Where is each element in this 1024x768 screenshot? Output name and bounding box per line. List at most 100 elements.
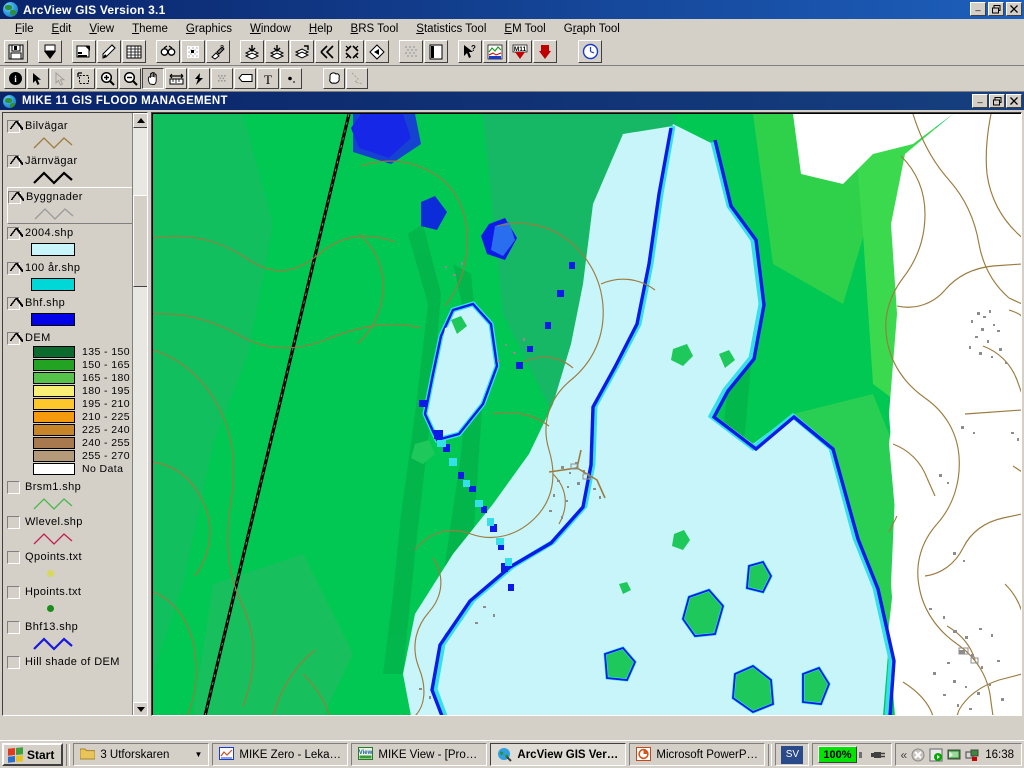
start-button[interactable]: Start	[2, 743, 64, 766]
area-select-icon[interactable]	[211, 68, 233, 89]
map-canvas[interactable]	[153, 114, 1021, 715]
identify-icon[interactable]: i	[4, 68, 26, 89]
document-close-button[interactable]	[1006, 94, 1022, 108]
power-plug-icon[interactable]	[870, 748, 886, 762]
stop-icon[interactable]	[911, 748, 925, 762]
layer-checkbox-dem[interactable]	[7, 331, 23, 346]
draw-polygon-icon[interactable]	[323, 68, 345, 89]
legend-layer-100-r-shp[interactable]: 100 år.shp	[7, 259, 133, 294]
legend-scroll-thumb[interactable]	[133, 195, 147, 287]
taskbar-item-microsoft-powerpoin[interactable]: Microsoft PowerPoin...	[629, 743, 766, 766]
add-theme-icon[interactable]	[38, 40, 62, 63]
document-minimize-button[interactable]: _	[972, 94, 988, 108]
topo-graph-icon[interactable]	[483, 40, 507, 63]
text-tool-icon[interactable]: T	[257, 68, 279, 89]
taskbar-item-3-utforskaren[interactable]: 3 Utforskaren ▼	[73, 743, 210, 766]
restore-button[interactable]	[988, 2, 1004, 16]
legend-layer-dem[interactable]: DEM 135 - 150 150 - 165 165 - 180 180 - 195 1…	[7, 329, 133, 478]
taskbar-clock[interactable]: 16:38	[983, 749, 1016, 761]
tray-chevron-icon[interactable]: «	[901, 748, 908, 762]
zoom-in-icon[interactable]	[96, 68, 118, 89]
legend-layer-j-rnv-gar[interactable]: Järnvägar	[7, 152, 133, 187]
menu-help[interactable]: Help	[300, 21, 342, 37]
help-pointer-icon[interactable]: ?	[458, 40, 482, 63]
legend-layer-hill-shade-of-dem[interactable]: Hill shade of DEM	[7, 653, 133, 672]
open-table-icon[interactable]	[122, 40, 146, 63]
add-data-icon[interactable]	[533, 40, 557, 63]
zoom-in-fixed-icon[interactable]	[315, 40, 339, 63]
menu-em-tool[interactable]: EM Tool	[495, 21, 554, 37]
select-feature-icon[interactable]	[73, 68, 95, 89]
legend-panel[interactable]: Bilvägar Järnvägar Byggnader 2004.shp 100 år…	[2, 112, 148, 716]
layer-checkbox-wlevel-shp[interactable]	[7, 515, 20, 529]
media-player-icon[interactable]	[929, 748, 943, 762]
legend-layer-2004-shp[interactable]: 2004.shp	[7, 224, 133, 259]
legend-layer-hpoints-txt[interactable]: Hpoints.txt	[7, 583, 133, 618]
theme-properties-icon[interactable]	[72, 40, 96, 63]
legend-layer-bilv-gar[interactable]: Bilvägar	[7, 117, 133, 152]
network-icon[interactable]	[965, 748, 979, 762]
map-view[interactable]	[151, 112, 1022, 716]
taskbar-dropdown-icon[interactable]: ▼	[194, 750, 202, 759]
select-none-icon[interactable]	[399, 40, 423, 63]
taskbar-item-arcview-gis-versi[interactable]: ArcView GIS Versi...	[490, 743, 627, 766]
find-icon[interactable]	[156, 40, 180, 63]
zoom-to-selected-icon[interactable]	[265, 40, 289, 63]
legend-layer-bhf-shp[interactable]: Bhf.shp	[7, 294, 133, 329]
layout-icon[interactable]	[424, 40, 448, 63]
mike11-import-icon[interactable]: M11	[508, 40, 532, 63]
layer-checkbox-qpoints-txt[interactable]	[7, 550, 20, 564]
layer-checkbox-j-rnv-gar[interactable]	[7, 154, 23, 169]
query-builder-icon[interactable]: ?	[206, 40, 230, 63]
legend-layer-qpoints-txt[interactable]: Qpoints.txt	[7, 548, 133, 583]
menu-file[interactable]: File	[6, 21, 43, 37]
clock-icon[interactable]	[578, 40, 602, 63]
layer-checkbox-brsm1-shp[interactable]	[7, 480, 20, 494]
layer-checkbox-byggnader[interactable]	[8, 190, 24, 205]
menu-edit[interactable]: Edit	[43, 21, 81, 37]
layer-checkbox-hpoints-txt[interactable]	[7, 585, 20, 599]
edit-legend-icon[interactable]	[97, 40, 121, 63]
minimize-button[interactable]: _	[970, 2, 986, 16]
layer-checkbox-bilv-gar[interactable]	[7, 119, 23, 134]
legend-layer-bhf13-shp[interactable]: Bhf13.shp	[7, 618, 133, 653]
layer-checkbox-hill-shade-of-dem[interactable]	[7, 655, 20, 669]
label-icon[interactable]	[234, 68, 256, 89]
menu-brs-tool[interactable]: BRS Tool	[342, 21, 408, 37]
scroll-down-button[interactable]	[133, 702, 147, 715]
layer-checkbox-2004-shp[interactable]	[7, 226, 23, 241]
zoom-out-fixed-icon[interactable]	[340, 40, 364, 63]
menu-graphics[interactable]: Graphics	[177, 21, 241, 37]
hot-link-icon[interactable]	[188, 68, 210, 89]
legend-layer-wlevel-shp[interactable]: Wlevel.shp	[7, 513, 133, 548]
display-icon[interactable]	[947, 748, 961, 762]
language-indicator[interactable]: SV	[781, 745, 804, 764]
layer-checkbox-bhf13-shp[interactable]	[7, 620, 20, 634]
zoom-out-icon[interactable]	[119, 68, 141, 89]
layer-checkbox-bhf-shp[interactable]	[7, 296, 23, 311]
pointer-icon[interactable]	[27, 68, 49, 89]
layer-checkbox-100-r-shp[interactable]	[7, 261, 23, 276]
menu-view[interactable]: View	[80, 21, 123, 37]
legend-layer-brsm1-shp[interactable]: Brsm1.shp	[7, 478, 133, 513]
menu-statistics-tool[interactable]: Statistics Tool	[407, 21, 495, 37]
legend-vertical-scrollbar[interactable]	[132, 113, 147, 715]
taskbar-item-mike-view-profile[interactable]: View MIKE View - [Profile ...	[351, 743, 488, 766]
locate-address-icon[interactable]	[181, 40, 205, 63]
zoom-to-themes-icon[interactable]	[240, 40, 264, 63]
menu-window[interactable]: Window	[241, 21, 300, 37]
legend-layer-byggnader[interactable]: Byggnader	[7, 187, 135, 224]
measure-icon[interactable]	[165, 68, 187, 89]
zoom-previous-icon[interactable]	[365, 40, 389, 63]
document-restore-button[interactable]	[989, 94, 1005, 108]
menu-theme[interactable]: Theme	[123, 21, 177, 37]
pan-hand-icon[interactable]	[142, 68, 164, 89]
draw-point-icon[interactable]	[280, 68, 302, 89]
menu-graph-tool[interactable]: Graph Tool	[555, 21, 629, 37]
save-project-icon[interactable]	[4, 40, 28, 63]
close-button[interactable]	[1006, 2, 1022, 16]
zoom-to-active-icon[interactable]	[290, 40, 314, 63]
taskbar-item-mike-zero-lekary[interactable]: MIKE Zero - Lekary...	[212, 743, 349, 766]
battery-indicator[interactable]: 100%	[818, 746, 857, 763]
scroll-up-button[interactable]	[133, 113, 147, 128]
